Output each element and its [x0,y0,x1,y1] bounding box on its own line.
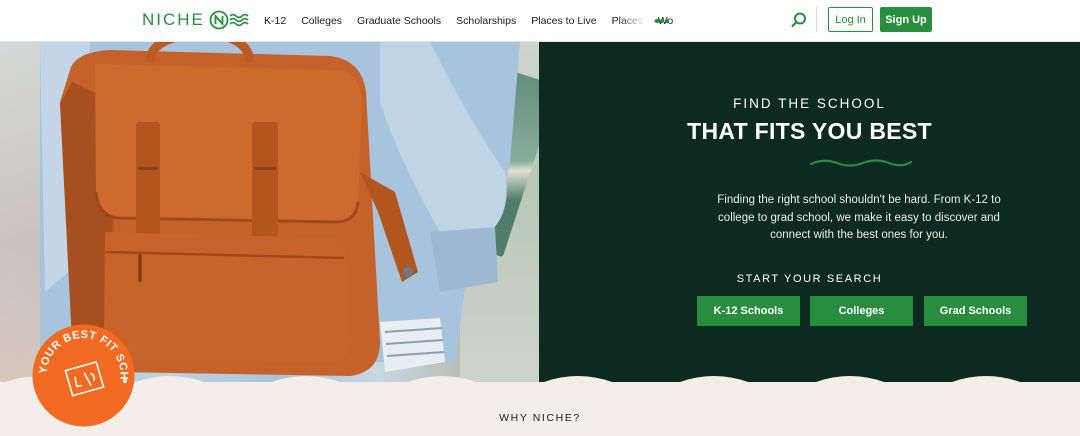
nav-item-colleges[interactable]: Colleges [301,15,342,27]
signup-button[interactable]: Sign Up [880,7,932,32]
wave-divider [0,376,1080,398]
niche-logo[interactable]: NICHE [142,8,251,32]
header-divider [816,7,817,32]
search-icon[interactable] [789,10,809,30]
site-header: NICHE K-12 Colleges Graduate Schools Sch… [0,0,1080,42]
nav-fade [618,8,654,34]
nav-item-k12[interactable]: K-12 [264,15,286,27]
hero-headline: THAT FITS YOU BEST [687,118,932,144]
hero-panel: FIND THE SCHOOL THAT FITS YOU BEST Findi… [539,42,1080,382]
nav-item-scholarships[interactable]: Scholarships [456,15,516,27]
start-search-label: START YOUR SEARCH [736,273,883,285]
best-fit-school-badge[interactable]: FIND YOUR BEST FIT SCHOOL [31,323,136,428]
logo-wordmark: NICHE [142,10,205,29]
nav-item-graduate-schools[interactable]: Graduate Schools [357,15,441,27]
nav-item-places-to-live[interactable]: Places to Live [531,15,596,27]
login-button[interactable]: Log In [828,7,873,32]
colleges-button[interactable]: Colleges [810,296,913,326]
k12-schools-button[interactable]: K-12 Schools [697,296,800,326]
hero-description: Finding the right school shouldn't be ha… [717,194,1001,241]
logo-mark-icon [209,10,249,30]
squiggle-divider-icon [809,159,913,167]
ellipsis-icon[interactable] [654,13,670,27]
hero-eyebrow: FIND THE SCHOOL [733,96,886,111]
main-nav: K-12 Colleges Graduate Schools Scholarsh… [264,0,674,42]
why-niche-heading: WHY NICHE? [499,412,581,424]
grad-schools-button[interactable]: Grad Schools [924,296,1027,326]
